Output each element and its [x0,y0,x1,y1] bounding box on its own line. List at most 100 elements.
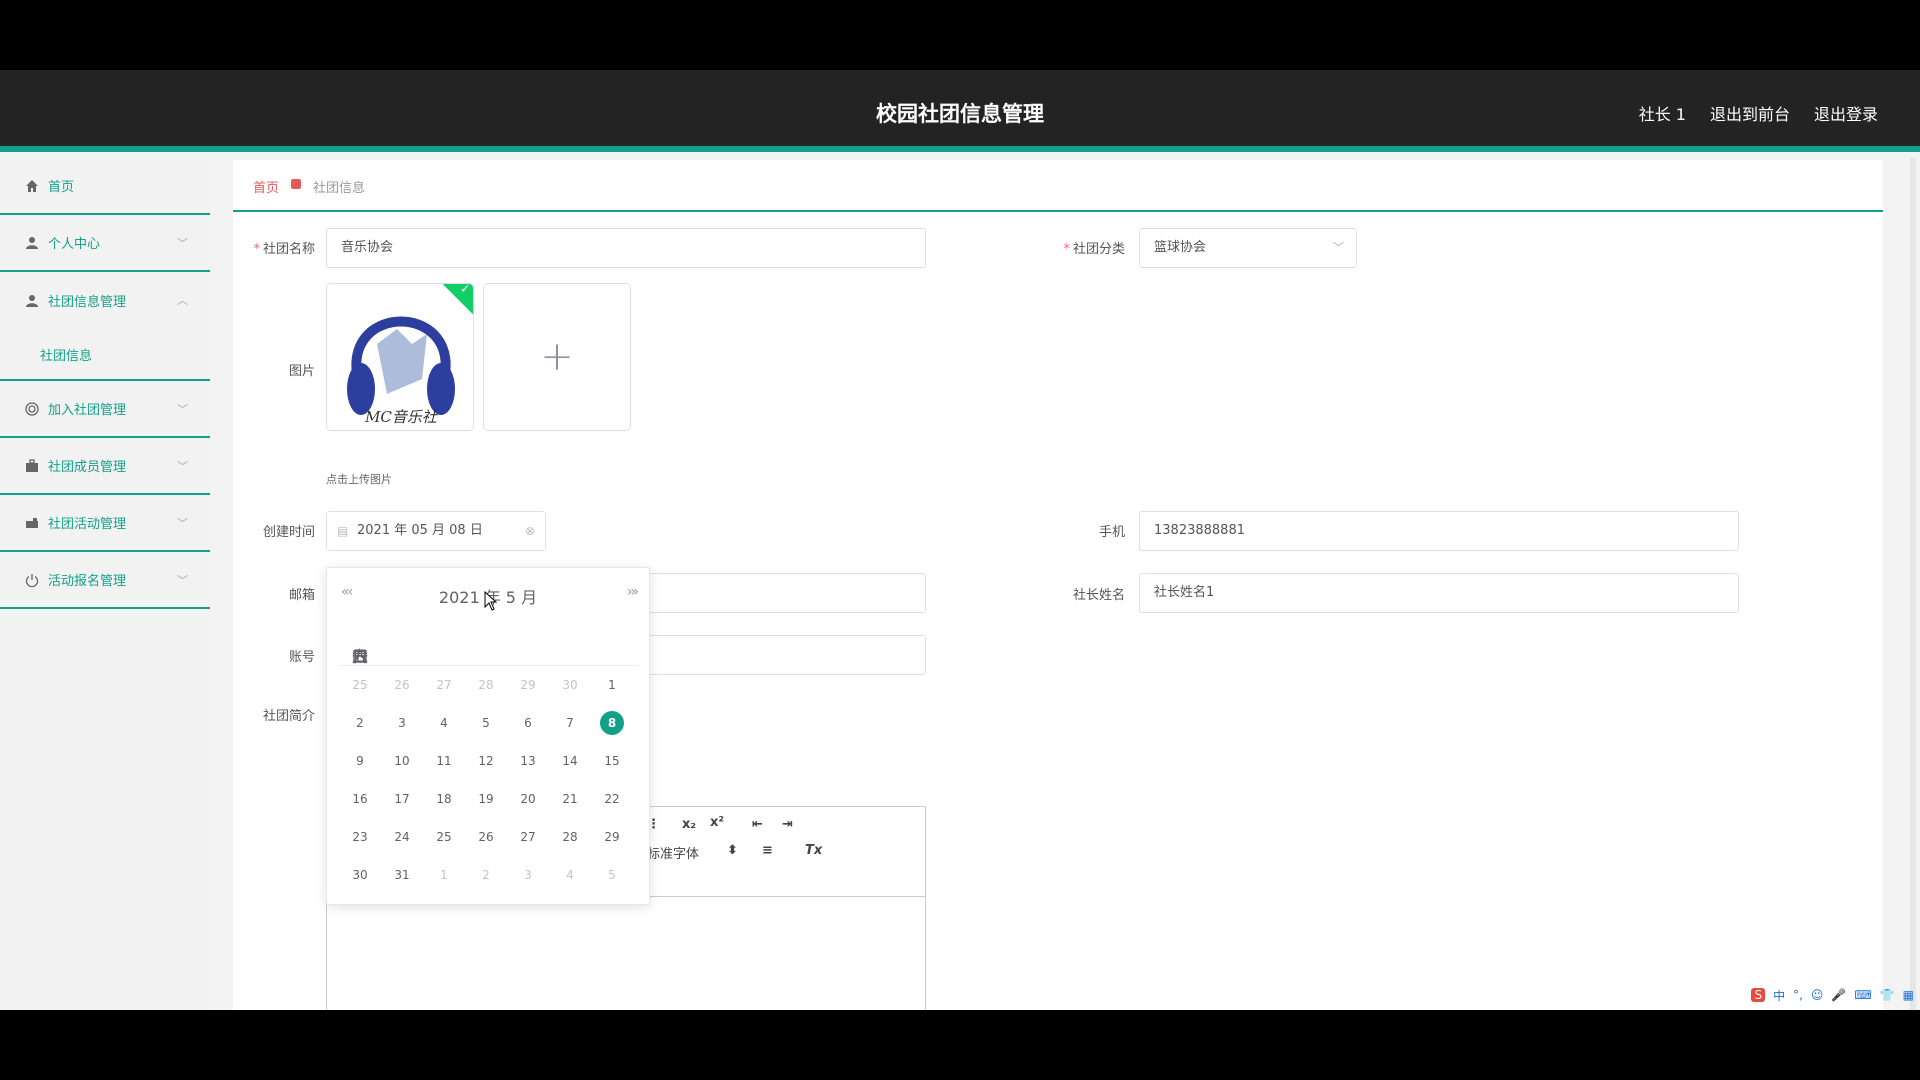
date-cell[interactable]: 17 [381,786,423,812]
scrollbar[interactable] [1910,158,1916,1010]
date-cell[interactable]: 26 [381,672,423,698]
date-cell[interactable]: 5 [591,862,633,888]
date-picker-week-row: 16 17 18 19 20 21 22 [339,780,639,818]
ime-menu-icon[interactable]: ▦ [1903,988,1914,1002]
date-cell[interactable]: 29 [591,824,633,850]
date-cell[interactable]: 4 [549,862,591,888]
sidebar-item-personal-center[interactable]: 个人中心 ﹀ [0,215,210,272]
date-cell[interactable]: 1 [591,672,633,698]
add-image-button[interactable]: + [483,283,631,431]
indent-icon[interactable]: ⇥ [782,817,793,832]
current-user-link[interactable]: 社长 1 [1639,101,1686,125]
home-icon [24,178,40,194]
date-cell[interactable]: 13 [507,748,549,774]
date-cell[interactable]: 28 [549,824,591,850]
date-cell[interactable]: 12 [465,748,507,774]
date-cell[interactable]: 11 [423,748,465,774]
club-category-value: 篮球协会 [1154,240,1207,255]
ime-skin-icon[interactable]: 👕 [1880,988,1895,1002]
sidebar-item-club-activity-management[interactable]: 社团活动管理 ﹀ [0,495,210,552]
date-picker-popup: «‹ 2021 年 5 月 ›» 日 一 二 三 四 五 六 25 26 27 28 2… [326,567,650,905]
uploaded-image[interactable]: MC音乐社 ✓ [326,283,474,431]
user-icon [24,293,40,309]
clear-icon[interactable]: ⊗ [525,512,535,550]
date-cell[interactable]: 24 [381,824,423,850]
sidebar-item-label: 活动报名管理 [48,574,127,589]
created-time-input[interactable]: ▤ 2021 年 05 月 08 日 ⊗ [326,511,546,551]
align-icon[interactable]: ≡ [762,843,773,858]
ime-logo-icon[interactable]: S [1751,988,1766,1002]
sidebar-item-join-club-management[interactable]: 加入社团管理 ﹀ [0,381,210,438]
date-cell[interactable]: 19 [465,786,507,812]
date-cell[interactable]: 20 [507,786,549,812]
date-cell[interactable]: 15 [591,748,633,774]
date-cell[interactable]: 26 [465,824,507,850]
date-cell[interactable]: 25 [423,824,465,850]
date-cell[interactable]: 25 [339,672,381,698]
breadcrumb-current: 社团信息 [313,181,366,196]
breadcrumb-home[interactable]: 首页 [253,177,279,196]
date-cell[interactable]: 22 [591,786,633,812]
sidebar-subitem-club-info[interactable]: 社团信息 [0,329,210,381]
app-title: 校园社团信息管理 [876,102,1044,126]
date-picker-grid: 日 一 二 三 四 五 六 25 26 27 28 29 30 1 2 3 4 5 6 7 8 9 10 11 1… [339,628,639,894]
date-cell[interactable]: 23 [339,824,381,850]
date-cell[interactable]: 14 [549,748,591,774]
date-cell[interactable]: 30 [339,862,381,888]
date-cell[interactable]: 18 [423,786,465,812]
phone-input[interactable]: 13823888881 [1139,511,1739,551]
sidebar-item-club-info-management[interactable]: 社团信息管理 ︿ [0,272,210,329]
date-cell[interactable]: 3 [381,710,423,736]
sidebar-item-label: 加入社团管理 [48,403,127,418]
date-cell[interactable]: 6 [507,710,549,736]
date-cell[interactable]: 10 [381,748,423,774]
outdent-icon[interactable]: ⇤ [752,817,763,832]
sidebar: 首页 个人中心 ﹀ 社团信息管理 ︿ 社团信息 加入社团管理 ﹀ 社团成员管理 … [0,158,210,1010]
sidebar-item-club-member-management[interactable]: 社团成员管理 ﹀ [0,438,210,495]
superscript-icon[interactable]: x² [710,815,724,830]
next-month-year-icons[interactable]: ›» [627,584,639,600]
date-cell-selected[interactable]: 8 [591,710,633,736]
date-cell[interactable]: 21 [549,786,591,812]
date-cell[interactable]: 2 [339,710,381,736]
leader-name-input[interactable]: 社长姓名1 [1139,573,1739,613]
date-cell[interactable]: 29 [507,672,549,698]
user-icon [24,235,40,251]
font-select[interactable]: 标准字体 [647,843,699,862]
date-cell[interactable]: 5 [465,710,507,736]
image-caption-text: MC音乐社 [364,408,439,426]
ime-emoji-icon[interactable]: ☺ [1811,988,1824,1002]
date-cell[interactable]: 28 [465,672,507,698]
exit-to-front-link[interactable]: 退出到前台 [1710,101,1790,125]
date-cell[interactable]: 7 [549,710,591,736]
date-cell[interactable]: 30 [549,672,591,698]
ime-voice-icon[interactable]: 🎤 [1831,988,1846,1002]
ime-chinese-toggle[interactable]: 中 [1773,987,1785,1004]
date-cell[interactable]: 4 [423,710,465,736]
subscript-icon[interactable]: x₂ [682,817,696,832]
truck-icon [24,515,40,531]
date-cell[interactable]: 31 [381,862,423,888]
date-cell[interactable]: 16 [339,786,381,812]
club-name-label: * 社团名称 [253,242,315,257]
date-cell[interactable]: 9 [339,748,381,774]
ime-punctuation-icon[interactable]: °, [1793,988,1803,1002]
club-name-input[interactable]: 音乐协会 [326,228,926,268]
account-label: 账号 [288,650,315,665]
sidebar-item-label: 个人中心 [48,237,101,252]
date-cell[interactable]: 27 [423,672,465,698]
clear-format-icon[interactable]: Tx [805,843,822,858]
weekday-label: 六 [351,647,368,666]
font-select-arrows-icon[interactable]: ⬍ [727,843,738,858]
date-picker-week-row: 2345678 [339,704,639,742]
club-category-label: * 社团分类 [1063,242,1125,257]
date-cell[interactable]: 2 [465,862,507,888]
sidebar-item-home[interactable]: 首页 [0,158,210,215]
date-cell[interactable]: 1 [423,862,465,888]
ime-keyboard-icon[interactable]: ⌨ [1854,988,1871,1002]
club-category-select[interactable]: 篮球协会 ﹀ [1139,228,1357,268]
date-cell[interactable]: 27 [507,824,549,850]
date-cell[interactable]: 3 [507,862,549,888]
sidebar-item-activity-signup-management[interactable]: 活动报名管理 ﹀ [0,552,210,609]
logout-link[interactable]: 退出登录 [1814,101,1878,125]
